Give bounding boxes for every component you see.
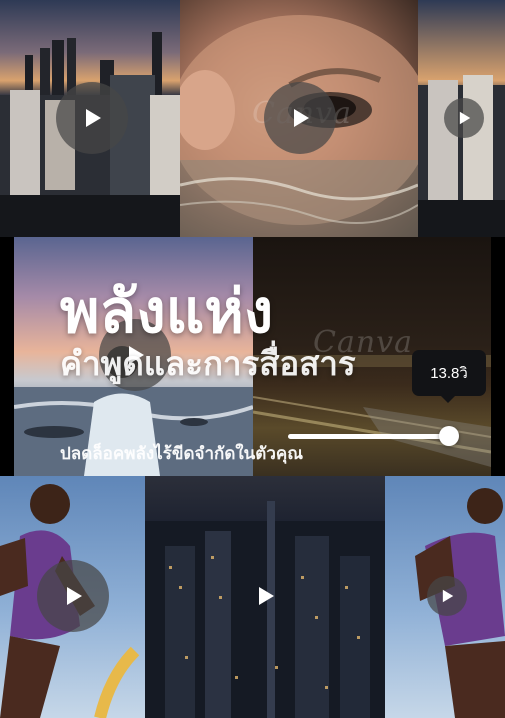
play-icon (459, 111, 471, 125)
play-icon (294, 109, 309, 127)
slider-value-tooltip: 13.8วิ (412, 350, 486, 403)
video-thumbnail-runner-left[interactable] (0, 476, 145, 718)
play-icon (442, 589, 454, 603)
row-left-edge (0, 237, 14, 476)
row-right-edge (491, 237, 505, 476)
video-thumbnail-face-water[interactable]: Canva (180, 0, 418, 237)
play-icon (259, 587, 274, 605)
play-button[interactable] (427, 576, 467, 616)
slider-thumb[interactable] (439, 426, 459, 446)
play-button[interactable] (56, 82, 128, 154)
video-thumbnail-city-sunset-left[interactable] (0, 0, 180, 237)
hero-headline: พลังแห่ง คำพูดและการสื่อสาร (60, 280, 356, 384)
hero-subtitle: ปลดล็อคพลังไร้ขีดจำกัดในตัวคุณ (60, 444, 304, 463)
play-icon (86, 109, 101, 127)
play-button[interactable] (37, 560, 109, 632)
hero-title-line2: คำพูดและการสื่อสาร (60, 345, 356, 382)
play-button[interactable] (245, 576, 285, 616)
play-button[interactable] (264, 82, 336, 154)
video-thumbnail-runner-right[interactable] (385, 476, 505, 718)
hero-title: พลังแห่ง (60, 278, 274, 345)
slider-track[interactable] (288, 434, 450, 439)
video-thumbnail-night-city[interactable] (145, 476, 385, 718)
play-button[interactable] (444, 98, 484, 138)
video-thumbnail-city-sunset-right[interactable] (418, 0, 505, 237)
play-icon (67, 587, 82, 605)
